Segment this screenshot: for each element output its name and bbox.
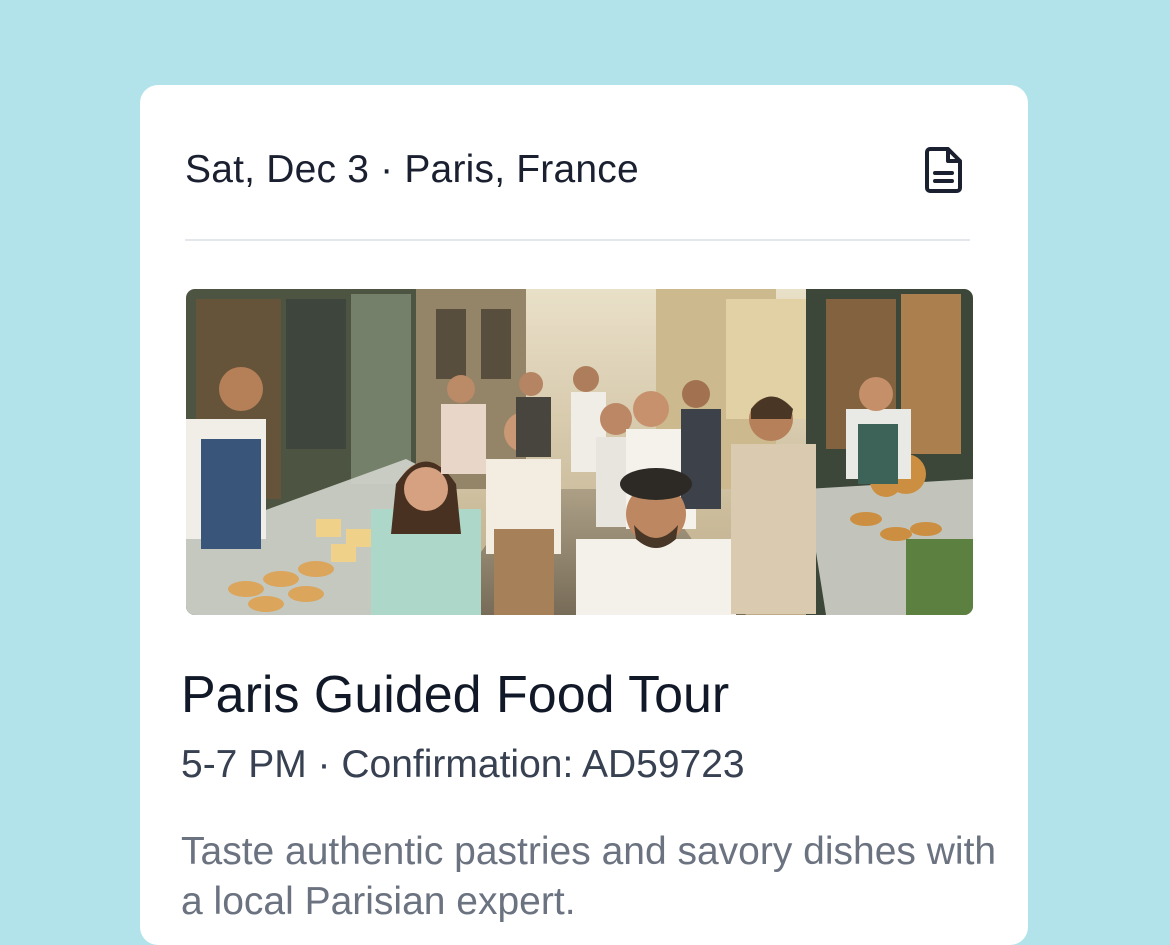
hero-image — [186, 289, 973, 615]
tour-time-confirmation: 5-7 PM · Confirmation: AD59723 — [181, 743, 745, 786]
tour-description: Taste authentic pastries and savory dish… — [181, 830, 997, 923]
date-location: Sat, Dec 3 · Paris, France — [185, 148, 639, 191]
document-icon-glyph — [925, 147, 962, 193]
food-market-photo — [186, 289, 973, 615]
document-icon[interactable] — [918, 144, 970, 196]
event-card: Sat, Dec 3 · Paris, France Paris Guided … — [140, 85, 1028, 945]
card-header: Sat, Dec 3 · Paris, France — [185, 140, 970, 200]
header-divider — [185, 239, 970, 241]
tour-title: Paris Guided Food Tour — [181, 666, 730, 724]
